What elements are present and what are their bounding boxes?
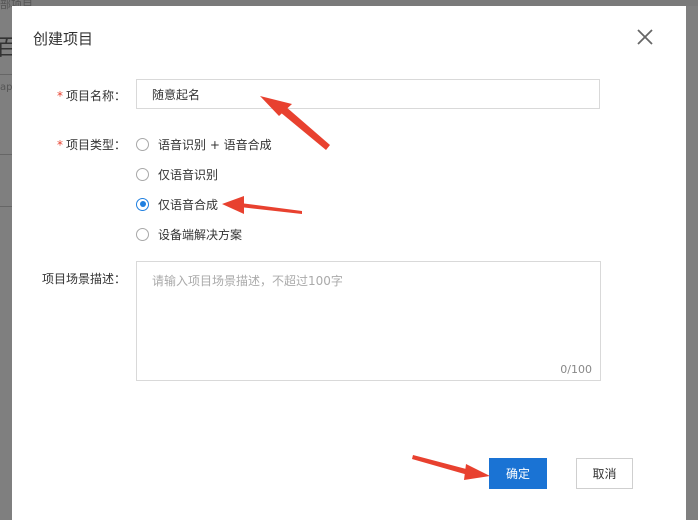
radio-option-tts-only[interactable]: 仅语音合成 [136,195,218,213]
project-description-input[interactable] [137,262,600,380]
radio-button-selected[interactable] [136,197,149,211]
radio-option-asr-only[interactable]: 仅语音识别 [136,165,218,183]
project-type-label-text: 项目类型： [65,138,126,152]
project-name-label-text: 项目名称： [65,89,126,103]
close-button[interactable] [632,24,658,50]
project-description-label: 项目场景描述： [41,272,126,286]
project-name-label: * 项目名称： [42,87,126,104]
char-counter: 0/100 [560,363,592,376]
required-mark: * [56,138,63,152]
background-divider [0,154,12,155]
project-type-label: * 项目类型： [42,136,126,153]
radio-button[interactable] [136,137,149,151]
required-mark: * [56,89,63,103]
radio-label: 设备端解决方案 [158,227,243,242]
close-icon [637,29,653,45]
background-divider [0,74,12,75]
radio-label: 仅语音识别 [158,167,219,182]
create-project-dialog: 创建项目 *项目名称： *项目类型： 语音识别 + 语音合成 仅语音识别 仅语音… [12,6,686,520]
dialog-title: 创建项目 [33,30,94,48]
project-description-box: 0/100 [136,261,601,381]
radio-label: 仅语音合成 [158,197,219,212]
background-side-text: ap [0,82,13,93]
cancel-button[interactable]: 取消 [576,458,633,489]
project-name-input[interactable] [136,79,600,109]
radio-label: 语音识别 + 语音合成 [158,137,272,152]
radio-option-device-solution[interactable]: 设备端解决方案 [136,225,242,243]
background-divider [0,206,12,207]
radio-button[interactable] [136,167,149,181]
radio-button[interactable] [136,227,149,241]
radio-option-asr-tts[interactable]: 语音识别 + 语音合成 [136,135,272,153]
confirm-button[interactable]: 确定 [489,458,547,489]
